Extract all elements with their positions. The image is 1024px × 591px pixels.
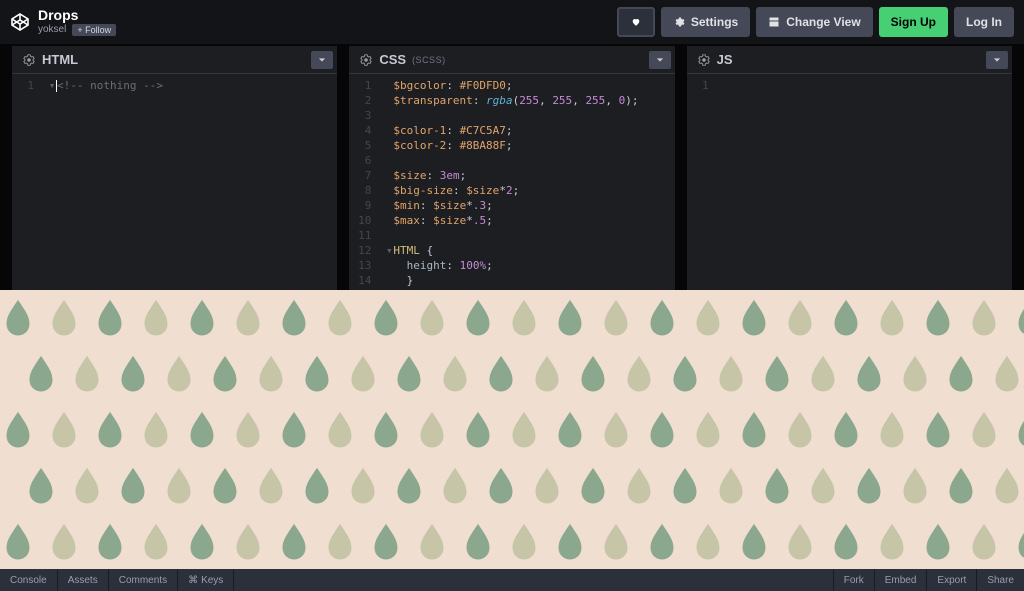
editor-js[interactable]: 1 bbox=[687, 74, 1012, 290]
gear-icon[interactable] bbox=[22, 53, 36, 67]
panel-title-css: CSS bbox=[379, 52, 406, 67]
chevron-down-icon bbox=[318, 56, 326, 64]
title-block: Drops yoksel + Follow bbox=[38, 8, 116, 35]
settings-label: Settings bbox=[691, 15, 738, 29]
gutter-html: 1 bbox=[12, 74, 42, 290]
footer-export[interactable]: Export bbox=[926, 569, 976, 591]
footer: ConsoleAssetsComments ⌘Keys ForkEmbedExp… bbox=[0, 569, 1024, 591]
code-html[interactable]: ▾<!-- nothing --> bbox=[42, 74, 337, 290]
command-icon: ⌘ bbox=[188, 575, 198, 586]
signup-button[interactable]: Sign Up bbox=[879, 7, 948, 37]
panel-js: JS 1 bbox=[687, 46, 1012, 290]
panel-title-js: JS bbox=[717, 52, 733, 67]
login-button[interactable]: Log In bbox=[954, 7, 1014, 37]
gutter-js: 1 bbox=[687, 74, 717, 290]
change-view-label: Change View bbox=[786, 15, 860, 29]
panel-head-html: HTML bbox=[12, 46, 337, 74]
panel-html: HTML 1 ▾<!-- nothing --> bbox=[12, 46, 337, 290]
preview-pane bbox=[0, 290, 1024, 569]
pen-title: Drops bbox=[38, 8, 116, 23]
layout-icon bbox=[768, 16, 780, 28]
editor-row: HTML 1 ▾<!-- nothing --> CSS (SCSS) bbox=[0, 44, 1024, 290]
editor-html[interactable]: 1 ▾<!-- nothing --> bbox=[12, 74, 337, 290]
panel-css: CSS (SCSS) 123456789101112131415 $bgcolo… bbox=[349, 46, 674, 290]
author-link[interactable]: yoksel bbox=[38, 24, 66, 35]
settings-button[interactable]: Settings bbox=[661, 7, 750, 37]
footer-share[interactable]: Share bbox=[976, 569, 1024, 591]
panel-menu-html[interactable] bbox=[311, 51, 333, 69]
panel-menu-js[interactable] bbox=[986, 51, 1008, 69]
chevron-down-icon bbox=[993, 56, 1001, 64]
gutter-css: 123456789101112131415 bbox=[349, 74, 379, 290]
love-button[interactable] bbox=[617, 7, 655, 37]
footer-fork[interactable]: Fork bbox=[833, 569, 874, 591]
footer-embed[interactable]: Embed bbox=[874, 569, 927, 591]
gear-icon[interactable] bbox=[359, 53, 373, 67]
chevron-down-icon bbox=[656, 56, 664, 64]
code-css[interactable]: $bgcolor: #F0DFD0; $transparent: rgba(25… bbox=[379, 74, 674, 290]
panel-sub-css: (SCSS) bbox=[412, 55, 446, 65]
footer-keys[interactable]: ⌘Keys bbox=[178, 569, 234, 591]
gear-icon[interactable] bbox=[697, 53, 711, 67]
header: Drops yoksel + Follow Settings Change Vi… bbox=[0, 0, 1024, 44]
code-js[interactable] bbox=[717, 74, 1012, 290]
change-view-button[interactable]: Change View bbox=[756, 7, 872, 37]
footer-comments[interactable]: Comments bbox=[109, 569, 178, 591]
panel-head-js: JS bbox=[687, 46, 1012, 74]
footer-assets[interactable]: Assets bbox=[58, 569, 109, 591]
heart-icon bbox=[631, 16, 641, 28]
editor-css[interactable]: 123456789101112131415 $bgcolor: #F0DFD0;… bbox=[349, 74, 674, 290]
meta-row: yoksel + Follow bbox=[38, 24, 116, 36]
footer-console[interactable]: Console bbox=[0, 569, 58, 591]
gear-icon bbox=[673, 16, 685, 28]
panel-head-css: CSS (SCSS) bbox=[349, 46, 674, 74]
codepen-logo-icon bbox=[10, 12, 30, 32]
follow-button[interactable]: + Follow bbox=[72, 24, 116, 36]
drops-pattern bbox=[0, 290, 1024, 569]
panel-title-html: HTML bbox=[42, 52, 78, 67]
panel-menu-css[interactable] bbox=[649, 51, 671, 69]
